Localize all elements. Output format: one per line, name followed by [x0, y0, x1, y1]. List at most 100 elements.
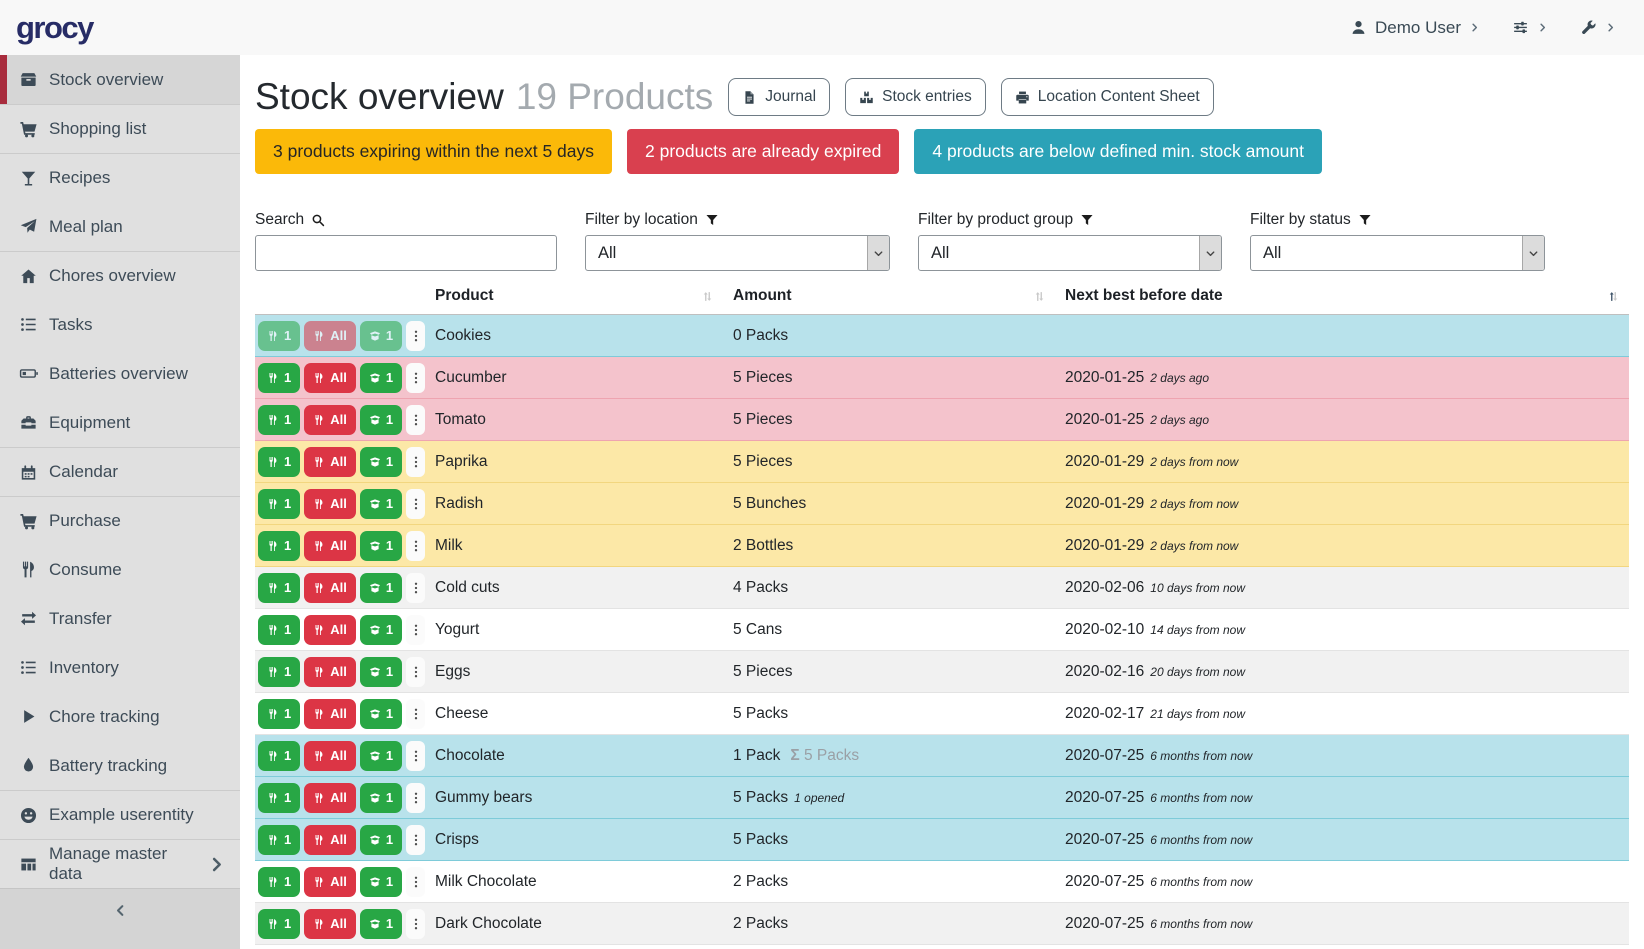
open-one-button[interactable]: 1 — [360, 867, 402, 897]
sidebar-item-consume[interactable]: Consume — [0, 545, 240, 594]
settings-menu[interactable] — [1512, 19, 1548, 36]
search-input[interactable] — [255, 235, 557, 271]
status-banner-2[interactable]: 2 products are already expired — [627, 129, 899, 174]
open-one-button[interactable]: 1 — [360, 909, 402, 939]
sidebar-item-recipes[interactable]: Recipes — [0, 153, 240, 202]
sidebar-item-inventory[interactable]: Inventory — [0, 643, 240, 692]
consume-one-button[interactable]: 1 — [258, 489, 300, 519]
sidebar-item-transfer[interactable]: Transfer — [0, 594, 240, 643]
row-menu-button[interactable] — [406, 531, 425, 561]
product-name: Paprika — [425, 441, 723, 483]
consume-all-button[interactable]: All — [304, 699, 356, 729]
consume-one-button[interactable]: 1 — [258, 321, 300, 351]
consume-one-button[interactable]: 1 — [258, 447, 300, 477]
consume-one-button[interactable]: 1 — [258, 405, 300, 435]
consume-all-button[interactable]: All — [304, 783, 356, 813]
consume-all-button[interactable]: All — [304, 825, 356, 855]
open-one-button[interactable]: 1 — [360, 531, 402, 561]
sidebar-item-chores-overview[interactable]: Chores overview — [0, 251, 240, 300]
open-one-button[interactable]: 1 — [360, 405, 402, 435]
consume-all-button[interactable]: All — [304, 321, 356, 351]
utensils-icon — [313, 498, 325, 510]
open-one-button[interactable]: 1 — [360, 825, 402, 855]
open-one-button[interactable]: 1 — [360, 783, 402, 813]
sidebar-collapse-button[interactable] — [0, 888, 240, 949]
consume-all-button[interactable]: All — [304, 489, 356, 519]
sidebar-item-manage-master-data[interactable]: Manage master data — [0, 839, 240, 888]
consume-all-button[interactable]: All — [304, 909, 356, 939]
consume-all-button[interactable]: All — [304, 405, 356, 435]
product-column-header[interactable]: Product — [425, 281, 723, 315]
consume-one-button[interactable]: 1 — [258, 657, 300, 687]
row-actions: 1All1 — [258, 405, 425, 435]
row-menu-button[interactable] — [406, 825, 425, 855]
status-banner-3[interactable]: 4 products are below defined min. stock … — [914, 129, 1322, 174]
consume-all-button[interactable]: All — [304, 615, 356, 645]
open-one-button[interactable]: 1 — [360, 741, 402, 771]
consume-one-button[interactable]: 1 — [258, 825, 300, 855]
sidebar-item-meal-plan[interactable]: Meal plan — [0, 202, 240, 251]
row-menu-button[interactable] — [406, 405, 425, 435]
consume-all-button[interactable]: All — [304, 447, 356, 477]
open-one-button[interactable]: 1 — [360, 321, 402, 351]
consume-one-button[interactable]: 1 — [258, 531, 300, 561]
sidebar-item-shopping-list[interactable]: Shopping list — [0, 104, 240, 153]
row-menu-button[interactable] — [406, 321, 425, 351]
open-one-button[interactable]: 1 — [360, 363, 402, 393]
admin-menu[interactable] — [1580, 19, 1616, 36]
sidebar-item-batteries-overview[interactable]: Batteries overview — [0, 349, 240, 398]
sidebar-item-tasks[interactable]: Tasks — [0, 300, 240, 349]
consume-all-button[interactable]: All — [304, 363, 356, 393]
sidebar-item-stock-overview[interactable]: Stock overview — [0, 55, 240, 104]
open-one-button[interactable]: 1 — [360, 699, 402, 729]
sidebar-item-example-userentity[interactable]: Example userentity — [0, 790, 240, 839]
consume-one-button[interactable]: 1 — [258, 909, 300, 939]
row-menu-button[interactable] — [406, 489, 425, 519]
location-content-sheet-button[interactable]: Location Content Sheet — [1001, 78, 1214, 116]
sidebar-item-calendar[interactable]: Calendar — [0, 447, 240, 496]
consume-all-button[interactable]: All — [304, 741, 356, 771]
consume-one-button[interactable]: 1 — [258, 867, 300, 897]
grocy-logo[interactable]: grocy — [16, 10, 93, 46]
consume-one-button[interactable]: 1 — [258, 699, 300, 729]
open-one-button[interactable]: 1 — [360, 657, 402, 687]
product-group-filter-select[interactable]: All — [918, 235, 1222, 271]
sidebar-item-chore-tracking[interactable]: Chore tracking — [0, 692, 240, 741]
status-filter-select[interactable]: All — [1250, 235, 1545, 271]
row-menu-button[interactable] — [406, 699, 425, 729]
row-menu-button[interactable] — [406, 447, 425, 477]
box-open-icon — [369, 456, 381, 468]
consume-one-button[interactable]: 1 — [258, 783, 300, 813]
consume-one-button[interactable]: 1 — [258, 573, 300, 603]
date-note: 2 days from now — [1150, 539, 1238, 553]
row-menu-button[interactable] — [406, 657, 425, 687]
sidebar-item-equipment[interactable]: Equipment — [0, 398, 240, 447]
row-menu-button[interactable] — [406, 783, 425, 813]
consume-one-button[interactable]: 1 — [258, 363, 300, 393]
row-menu-button[interactable] — [406, 741, 425, 771]
row-menu-button[interactable] — [406, 363, 425, 393]
amount-column-header[interactable]: Amount — [723, 281, 1055, 315]
open-one-button[interactable]: 1 — [360, 489, 402, 519]
date-column-header[interactable]: Next best before date — [1055, 281, 1629, 315]
consume-all-button[interactable]: All — [304, 573, 356, 603]
consume-one-button[interactable]: 1 — [258, 615, 300, 645]
row-menu-button[interactable] — [406, 573, 425, 603]
location-filter-select[interactable]: All — [585, 235, 890, 271]
consume-all-button[interactable]: All — [304, 531, 356, 561]
consume-all-button[interactable]: All — [304, 867, 356, 897]
consume-one-button[interactable]: 1 — [258, 741, 300, 771]
status-banner-1[interactable]: 3 products expiring within the next 5 da… — [255, 129, 612, 174]
consume-all-button[interactable]: All — [304, 657, 356, 687]
row-menu-button[interactable] — [406, 615, 425, 645]
open-one-button[interactable]: 1 — [360, 447, 402, 477]
row-menu-button[interactable] — [406, 909, 425, 939]
open-one-button[interactable]: 1 — [360, 573, 402, 603]
open-one-button[interactable]: 1 — [360, 615, 402, 645]
user-menu[interactable]: Demo User — [1350, 18, 1480, 38]
row-menu-button[interactable] — [406, 867, 425, 897]
sidebar-item-purchase[interactable]: Purchase — [0, 496, 240, 545]
sidebar-item-battery-tracking[interactable]: Battery tracking — [0, 741, 240, 790]
stock-entries-button[interactable]: Stock entries — [845, 78, 986, 116]
journal-button[interactable]: Journal — [728, 78, 830, 116]
